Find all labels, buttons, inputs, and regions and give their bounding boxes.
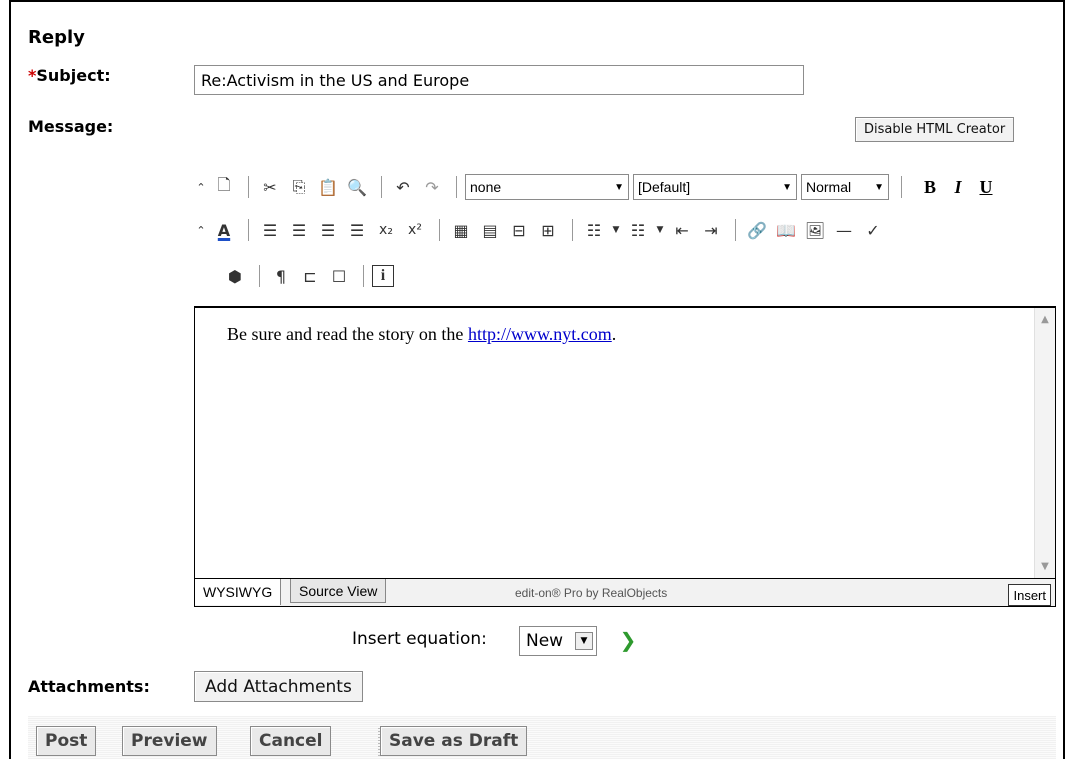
size-select[interactable]: Normal ▼ bbox=[801, 174, 889, 200]
editor-content-area[interactable]: Be sure and read the story on the http:/… bbox=[194, 306, 1056, 579]
toolbar-separator bbox=[735, 219, 736, 241]
font-select[interactable]: [Default] ▼ bbox=[633, 174, 797, 200]
style-select-value: none bbox=[470, 179, 502, 195]
toolbar-separator bbox=[901, 176, 902, 198]
toolbar-separator bbox=[456, 176, 457, 198]
size-select-value: Normal bbox=[806, 179, 852, 195]
outdent-icon[interactable]: ⇤ bbox=[669, 217, 695, 243]
style-select[interactable]: none ▼ bbox=[465, 174, 629, 200]
indent-icon[interactable]: ⇥ bbox=[698, 217, 724, 243]
form-fields-icon[interactable]: ⊏ bbox=[297, 263, 323, 289]
editor-link[interactable]: http://www.nyt.com bbox=[468, 324, 612, 344]
editor-scrollbar[interactable]: ▲ ▼ bbox=[1034, 308, 1055, 578]
toolbar-row-2: ⌃ A ☰ ☰ ☰ ☰ x₂ x² ▦ ▤ ⊟ ⊞ ☷ ▼ ☷ ▼ ⇤ ⇥ 🔗 … bbox=[194, 210, 889, 250]
collapse-toolbar-icon[interactable]: ⌃ bbox=[194, 174, 208, 200]
attachments-label: Attachments: bbox=[28, 677, 150, 696]
toolbar-separator bbox=[363, 265, 364, 287]
subject-label-text: Subject: bbox=[36, 66, 111, 85]
redo-icon[interactable]: ↷ bbox=[419, 174, 445, 200]
cancel-button[interactable]: Cancel bbox=[250, 726, 332, 756]
toolbar-separator bbox=[572, 219, 573, 241]
new-document-icon[interactable]: 🗋 bbox=[211, 174, 237, 200]
numbered-list-icon[interactable]: ☷ bbox=[625, 217, 651, 243]
collapse-toolbar-icon[interactable]: ⌃ bbox=[194, 217, 208, 243]
tab-source-view[interactable]: Source View bbox=[290, 579, 387, 603]
toolbar-row-3: ⬢ ¶ ⊏ ☐ i bbox=[194, 256, 397, 296]
disable-html-creator-button[interactable]: Disable HTML Creator bbox=[855, 117, 1015, 142]
table-properties-icon[interactable]: ▤ bbox=[477, 217, 503, 243]
toolbar-separator bbox=[248, 176, 249, 198]
scroll-down-icon[interactable]: ▼ bbox=[1035, 561, 1055, 572]
insert-mode-indicator: Insert bbox=[1008, 584, 1051, 606]
save-as-draft-button[interactable]: Save as Draft bbox=[380, 726, 528, 756]
superscript-icon[interactable]: x² bbox=[402, 217, 428, 243]
toolbar-separator bbox=[248, 219, 249, 241]
subject-label: *Subject: bbox=[28, 66, 111, 85]
add-attachments-button[interactable]: Add Attachments bbox=[194, 671, 363, 702]
justify-icon[interactable]: ☰ bbox=[344, 217, 370, 243]
tab-wysiwyg[interactable]: WYSIWYG bbox=[195, 579, 282, 605]
bold-button[interactable]: B bbox=[922, 177, 938, 198]
scroll-up-icon[interactable]: ▲ bbox=[1035, 314, 1055, 325]
toolbar-separator bbox=[439, 219, 440, 241]
split-cell-icon[interactable]: ⊟ bbox=[506, 217, 532, 243]
link-icon[interactable]: 🔗 bbox=[744, 217, 770, 243]
preview-button[interactable]: Preview bbox=[122, 726, 217, 756]
editor-tabbar: WYSIWYG Source View edit-on® Pro by Real… bbox=[194, 579, 1056, 607]
bulleted-list-icon[interactable]: ☷ bbox=[581, 217, 607, 243]
align-right-icon[interactable]: ☰ bbox=[315, 217, 341, 243]
editor-credit: edit-on® Pro by RealObjects bbox=[515, 586, 668, 600]
editor-text-suffix: . bbox=[611, 324, 617, 344]
message-label: Message: bbox=[28, 117, 114, 136]
special-object-icon[interactable]: ⬢ bbox=[222, 263, 248, 289]
bookmark-icon[interactable]: 📖 bbox=[773, 217, 799, 243]
font-color-icon[interactable]: A bbox=[211, 217, 237, 243]
chevron-down-icon: ▼ bbox=[782, 181, 792, 193]
align-center-icon[interactable]: ☰ bbox=[286, 217, 312, 243]
chevron-down-icon[interactable]: ▼ bbox=[654, 217, 666, 243]
spellcheck-icon[interactable]: ✓ bbox=[860, 217, 886, 243]
info-icon[interactable]: i bbox=[372, 265, 394, 287]
show-paragraphs-icon[interactable]: ¶ bbox=[268, 263, 294, 289]
toolbar-row-1: ⌃ 🗋 ✂ ⎘ 📋 🔍 ↶ ↷ none ▼ [Default] ▼ Normal ▼… bbox=[194, 167, 994, 207]
insert-table-icon[interactable]: ▦ bbox=[448, 217, 474, 243]
chevron-down-icon[interactable]: ▼ bbox=[610, 217, 622, 243]
align-left-icon[interactable]: ☰ bbox=[257, 217, 283, 243]
toolbar-separator bbox=[381, 176, 382, 198]
equation-select-value: New bbox=[526, 631, 564, 651]
paste-icon[interactable]: 📋 bbox=[315, 174, 341, 200]
cut-icon[interactable]: ✂ bbox=[257, 174, 283, 200]
italic-button[interactable]: I bbox=[950, 177, 966, 198]
subject-input[interactable] bbox=[194, 65, 804, 95]
action-bar: Post Preview Cancel Save as Draft bbox=[28, 716, 1056, 759]
page-title: Reply bbox=[28, 27, 85, 48]
chevron-down-icon: ▼ bbox=[614, 181, 624, 193]
undo-icon[interactable]: ↶ bbox=[390, 174, 416, 200]
merge-cell-icon[interactable]: ⊞ bbox=[535, 217, 561, 243]
chevron-down-icon[interactable]: ▼ bbox=[575, 632, 593, 650]
find-icon[interactable]: 🔍 bbox=[344, 174, 370, 200]
horizontal-rule-icon[interactable]: — bbox=[831, 217, 857, 243]
copy-icon[interactable]: ⎘ bbox=[286, 174, 312, 200]
toolbar-separator bbox=[259, 265, 260, 287]
go-arrow-icon[interactable]: ❯ bbox=[615, 627, 641, 653]
editor-text-prefix: Be sure and read the story on the bbox=[227, 324, 468, 344]
editor-text: Be sure and read the story on the http:/… bbox=[227, 324, 616, 345]
editor-toolbar: ⌃ 🗋 ✂ ⎘ 📋 🔍 ↶ ↷ none ▼ [Default] ▼ Normal ▼… bbox=[194, 160, 1056, 302]
underline-button[interactable]: U bbox=[978, 177, 994, 198]
insert-image-icon[interactable]: 🖼 bbox=[802, 217, 828, 243]
post-button[interactable]: Post bbox=[36, 726, 97, 756]
chevron-down-icon: ▼ bbox=[874, 181, 884, 193]
subscript-icon[interactable]: x₂ bbox=[373, 217, 399, 243]
font-select-value: [Default] bbox=[638, 179, 691, 195]
insert-equation-label: Insert equation: bbox=[352, 629, 487, 649]
fullscreen-icon[interactable]: ☐ bbox=[326, 263, 352, 289]
equation-select[interactable]: New ▼ bbox=[519, 626, 597, 656]
